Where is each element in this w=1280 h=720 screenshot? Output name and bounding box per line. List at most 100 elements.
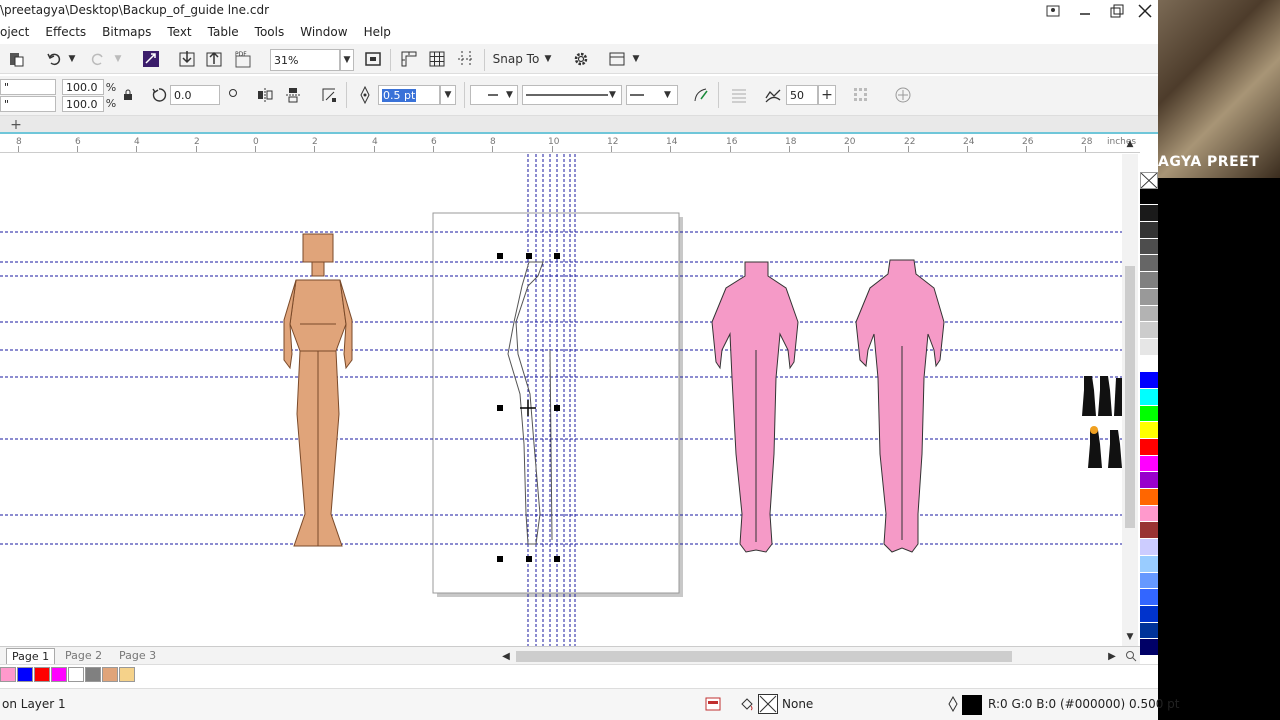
rotation-angle-field[interactable]: 0.0 xyxy=(170,85,220,105)
palette-swatch[interactable] xyxy=(1140,472,1158,490)
palette-swatch[interactable] xyxy=(1140,489,1158,506)
pink-croquis-figure-2[interactable] xyxy=(855,259,945,553)
scale-x-field[interactable]: 100.0 xyxy=(62,79,104,95)
account-icon[interactable] xyxy=(1038,0,1068,22)
vertical-scroll-thumb[interactable] xyxy=(1125,266,1135,528)
document-palette-swatch[interactable] xyxy=(85,667,101,682)
full-screen-preview-icon[interactable] xyxy=(362,49,384,69)
corel-connect-icon[interactable] xyxy=(140,49,162,69)
publish-pdf-icon[interactable]: PDF xyxy=(232,49,254,69)
palette-swatch[interactable] xyxy=(1140,639,1158,656)
palette-swatch[interactable] xyxy=(1140,605,1158,623)
palette-swatch[interactable] xyxy=(1140,372,1158,389)
zoom-level-field[interactable]: 31% xyxy=(270,49,340,71)
outline-width-dropdown-icon[interactable]: ▼ xyxy=(440,85,456,105)
import-icon[interactable] xyxy=(176,49,198,69)
palette-swatch[interactable] xyxy=(1140,572,1158,590)
palette-swatch[interactable] xyxy=(1140,272,1158,289)
palette-swatch[interactable] xyxy=(1140,205,1158,223)
menu-text[interactable]: Text xyxy=(159,25,199,39)
scale-y-field[interactable]: 100.0 xyxy=(62,96,104,112)
palette-swatch[interactable] xyxy=(1140,555,1158,573)
palette-swatch[interactable] xyxy=(1140,355,1158,373)
launcher-dropdown-icon[interactable]: ▼ xyxy=(630,49,642,69)
object-height-field[interactable]: " xyxy=(0,96,56,112)
options-gear-icon[interactable] xyxy=(570,49,592,69)
show-guidelines-icon[interactable] xyxy=(455,49,477,69)
document-palette-swatch[interactable] xyxy=(51,667,67,682)
menu-window[interactable]: Window xyxy=(292,25,355,39)
page-tab-2[interactable]: Page 2 xyxy=(60,648,107,664)
scroll-left-icon[interactable]: ◀ xyxy=(500,649,512,663)
undo-icon[interactable] xyxy=(44,50,64,68)
drawing-canvas[interactable] xyxy=(0,154,1122,646)
line-style-select[interactable] xyxy=(522,85,622,105)
palette-swatch[interactable] xyxy=(1140,255,1158,273)
page-tab-1[interactable]: Page 1 xyxy=(6,648,56,664)
menu-effects[interactable]: Effects xyxy=(37,25,94,39)
application-launcher-icon[interactable] xyxy=(606,49,628,69)
document-palette-swatch[interactable] xyxy=(68,667,84,682)
palette-swatch[interactable] xyxy=(1140,539,1158,556)
no-color-swatch[interactable] xyxy=(1140,172,1158,189)
palette-swatch[interactable] xyxy=(1140,322,1158,339)
line-style-dropdown-icon[interactable]: ▼ xyxy=(609,90,616,100)
end-arrowhead-dropdown-icon[interactable]: ▼ xyxy=(664,90,671,100)
palette-swatch[interactable] xyxy=(1140,222,1158,239)
scroll-down-icon[interactable]: ▼ xyxy=(1125,631,1135,643)
horizontal-scroll-thumb[interactable] xyxy=(516,651,1012,662)
palette-swatch[interactable] xyxy=(1140,388,1158,406)
curve-smoothing-field[interactable]: 50 xyxy=(786,85,818,105)
scroll-right-icon[interactable]: ▶ xyxy=(1106,649,1118,663)
menu-table[interactable]: Table xyxy=(200,25,247,39)
vertical-scrollbar[interactable]: ▼ xyxy=(1122,154,1138,646)
mirror-horizontal-icon[interactable] xyxy=(254,85,276,105)
paste-icon[interactable] xyxy=(6,50,26,68)
object-width-field[interactable]: " xyxy=(0,79,56,95)
document-palette-swatch[interactable] xyxy=(102,667,118,682)
close-button[interactable] xyxy=(1130,0,1160,22)
close-curve-icon[interactable] xyxy=(690,85,712,105)
mirror-vertical-icon[interactable] xyxy=(282,85,304,105)
scroll-up-icon[interactable]: ▲ xyxy=(1124,138,1136,150)
undo-dropdown-icon[interactable]: ▼ xyxy=(66,50,78,68)
color-proofing-icon[interactable] xyxy=(704,695,722,713)
new-document-tab-icon[interactable]: + xyxy=(8,117,24,133)
garment-thumbnails[interactable] xyxy=(1082,376,1122,468)
tan-croquis-figure[interactable] xyxy=(283,233,353,547)
menu-bitmaps[interactable]: Bitmaps xyxy=(94,25,159,39)
show-rulers-icon[interactable] xyxy=(398,49,420,69)
document-palette-swatch[interactable] xyxy=(17,667,33,682)
menu-object[interactable]: oject xyxy=(0,25,37,39)
palette-swatch[interactable] xyxy=(1140,288,1158,306)
document-palette-swatch[interactable] xyxy=(34,667,50,682)
palette-swatch[interactable] xyxy=(1140,305,1158,323)
outline-pen-icon[interactable] xyxy=(356,85,374,105)
palette-swatch[interactable] xyxy=(1140,522,1158,540)
document-palette-swatch[interactable] xyxy=(0,667,16,682)
outline-width-field[interactable]: 0.5 pt xyxy=(378,85,440,105)
no-fill-icon[interactable] xyxy=(758,694,778,714)
menu-tools[interactable]: Tools xyxy=(247,25,293,39)
minimize-button[interactable] xyxy=(1070,0,1100,22)
convert-to-curves-icon[interactable] xyxy=(318,85,340,105)
palette-swatch[interactable] xyxy=(1140,422,1158,439)
show-grid-icon[interactable] xyxy=(426,49,448,69)
palette-swatch[interactable] xyxy=(1140,238,1158,256)
outline-color-swatch[interactable] xyxy=(962,695,982,715)
palette-swatch[interactable] xyxy=(1140,505,1158,523)
smoothing-increment-icon[interactable]: + xyxy=(818,85,836,105)
palette-swatch[interactable] xyxy=(1140,405,1158,423)
palette-swatch[interactable] xyxy=(1140,439,1158,456)
color-palette[interactable] xyxy=(1140,172,1158,656)
snap-dropdown-icon[interactable]: ▼ xyxy=(542,49,554,69)
start-arrowhead-dropdown-icon[interactable]: ▼ xyxy=(506,90,513,100)
palette-swatch[interactable] xyxy=(1140,622,1158,640)
pink-croquis-figure-1[interactable] xyxy=(711,261,799,553)
export-icon[interactable] xyxy=(203,49,225,69)
document-palette-swatch[interactable] xyxy=(119,667,135,682)
menu-help[interactable]: Help xyxy=(356,25,399,39)
maximize-button[interactable] xyxy=(1102,0,1132,22)
zoom-navigator-icon[interactable] xyxy=(1124,648,1138,664)
lock-ratio-icon[interactable] xyxy=(122,88,134,102)
